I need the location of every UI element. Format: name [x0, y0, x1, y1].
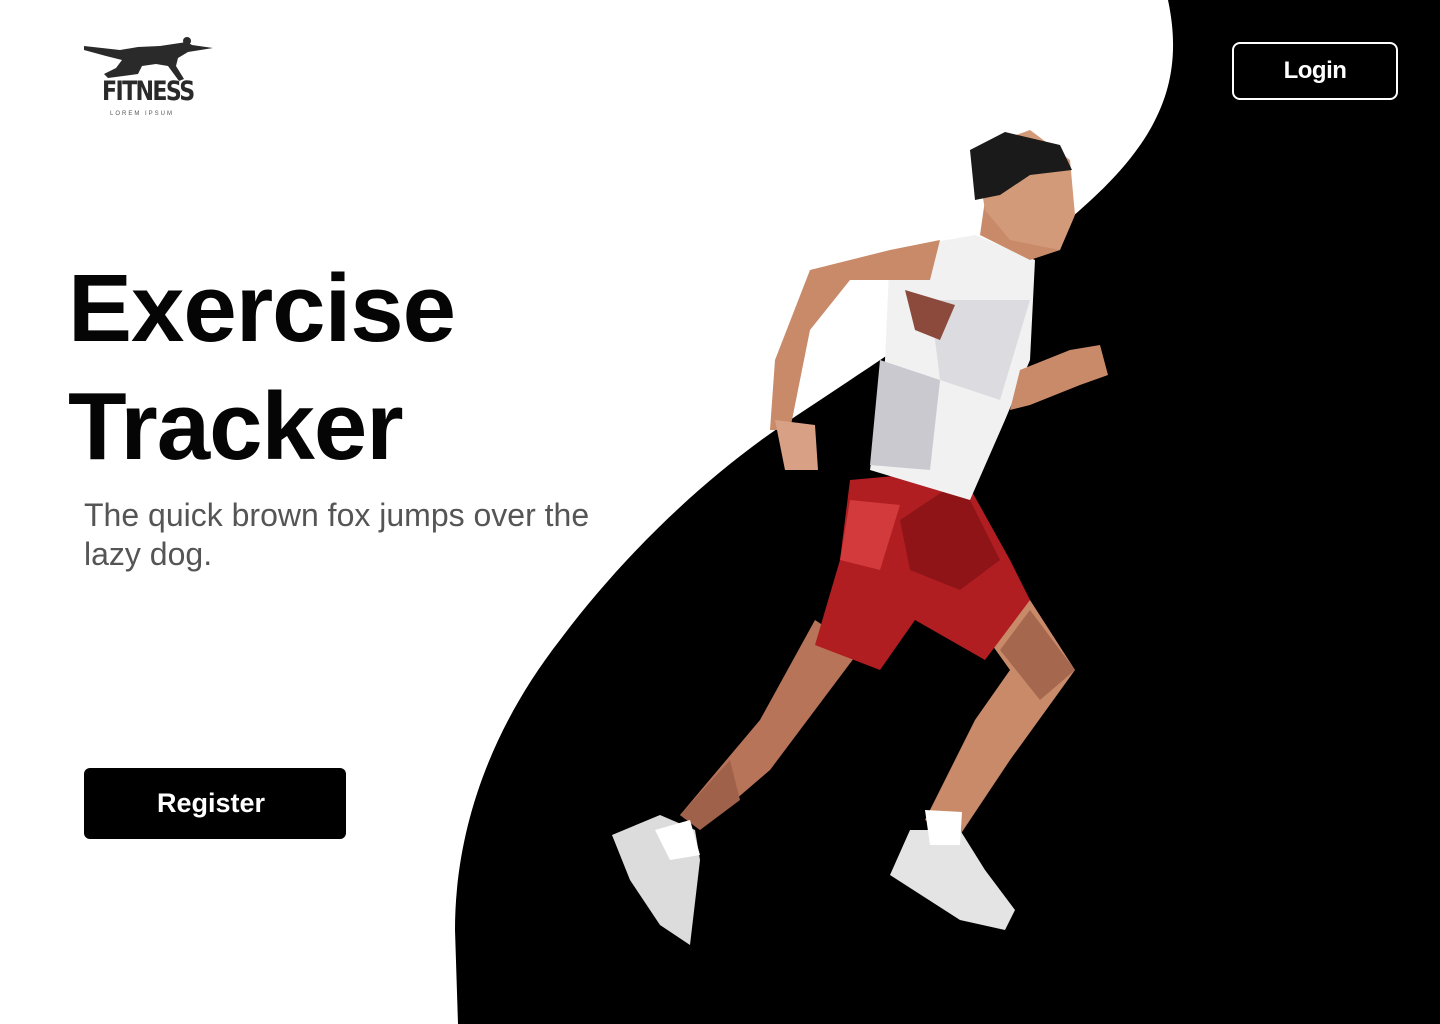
hero-subtitle: The quick brown fox jumps over the lazy … [84, 497, 590, 572]
page-title: Exercise Tracker [68, 250, 456, 486]
runner-illustration [612, 130, 1108, 945]
brand-tagline: LOREM IPSUM [110, 111, 175, 117]
page-title-line-2: Tracker [68, 373, 404, 480]
login-button[interactable]: Login [1232, 42, 1398, 100]
page-title-line-1: Exercise [68, 255, 456, 362]
brand-name: FITNESS [102, 76, 195, 107]
register-button[interactable]: Register [84, 768, 346, 839]
brand-logo[interactable]: FITNESS LOREM IPSUM [80, 34, 220, 124]
